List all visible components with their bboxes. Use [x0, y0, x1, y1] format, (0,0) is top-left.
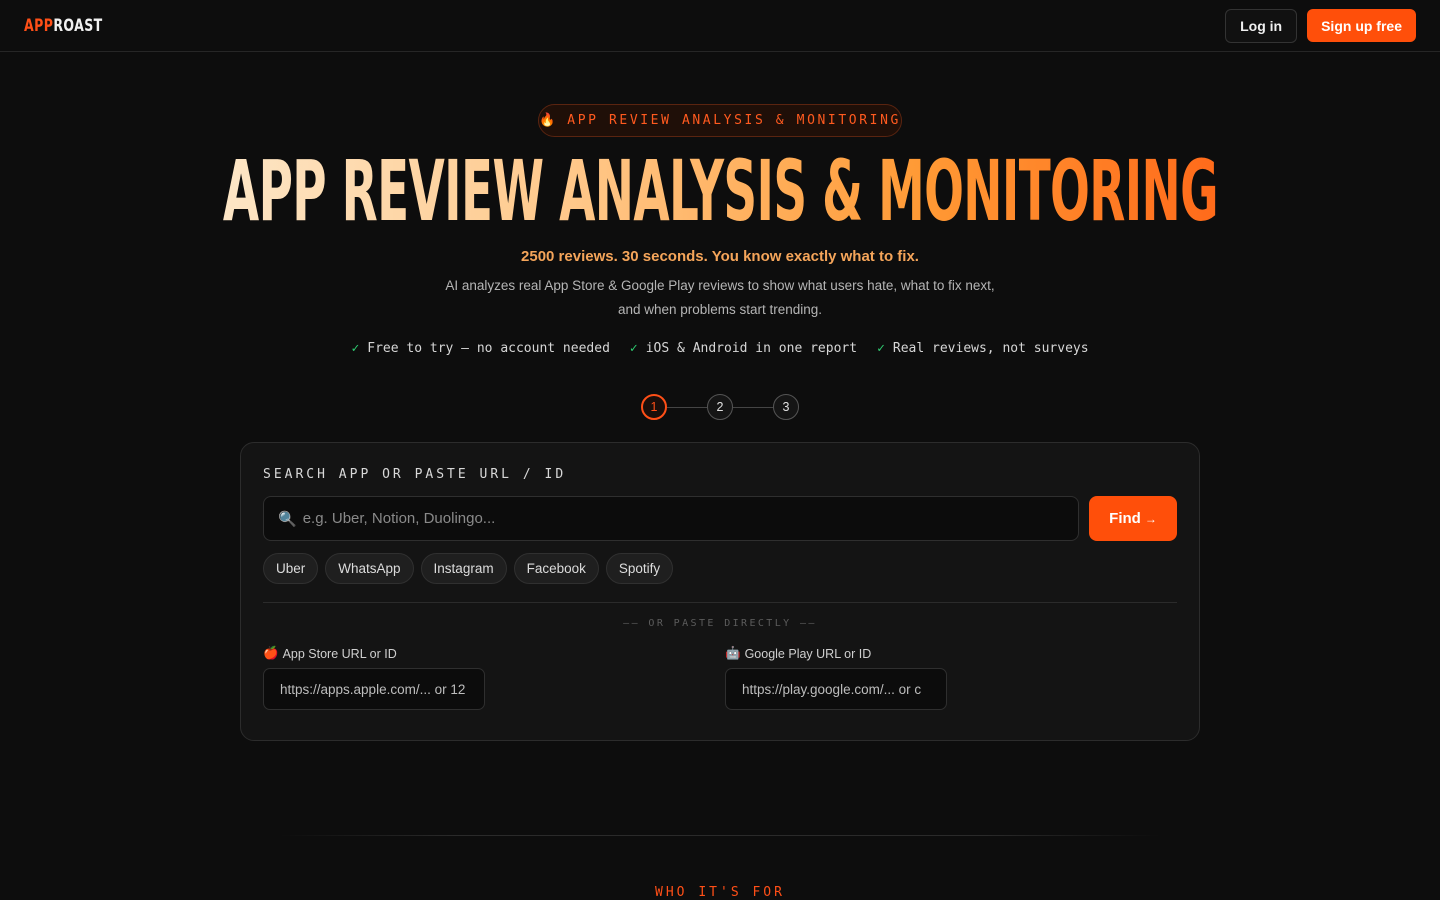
app-store-field[interactable]	[263, 668, 485, 710]
step-2[interactable]: 2	[707, 394, 733, 420]
feature-check-text: iOS & Android in one report	[645, 341, 858, 356]
or-paste-divider-text: —— OR PASTE DIRECTLY ——	[623, 618, 817, 629]
suggestion-chip-whatsapp[interactable]: WhatsApp	[325, 553, 414, 584]
top-navigation-bar: APPROAST Log in Sign up free	[0, 0, 1440, 52]
feature-checklist: ✓ Free to try — no account needed ✓ iOS & …	[0, 341, 1440, 356]
hero-badge: 🔥 APP REVIEW ANALYSIS & MONITORING	[538, 104, 902, 137]
apple-icon: 🍎	[263, 646, 279, 660]
google-play-label-text: Google Play URL or ID	[744, 646, 872, 661]
who-its-for-eyebrow: WHO IT'S FOR	[655, 885, 785, 900]
step-1[interactable]: 1	[641, 394, 667, 420]
search-card: SEARCH APP OR PASTE URL / ID 🔍 Find → Ub…	[240, 442, 1200, 741]
hero-tagline: 2500 reviews. 30 seconds. You know exact…	[521, 248, 919, 265]
suggestion-chip-instagram[interactable]: Instagram	[420, 553, 507, 584]
hero-badge-text: APP REVIEW ANALYSIS & MONITORING	[567, 113, 901, 128]
google-play-url-input[interactable]	[742, 681, 930, 697]
checkmark-icon: ✓	[629, 341, 638, 356]
find-button-label: Find	[1109, 510, 1141, 527]
step-3[interactable]: 3	[773, 394, 799, 420]
hero-title: APP REVIEW ANALYSIS & MONITORING	[0, 146, 1440, 236]
hero-title-text: APP REVIEW ANALYSIS & MONITORING	[222, 142, 1219, 240]
checkmark-icon: ✓	[877, 341, 885, 356]
signup-button[interactable]: Sign up free	[1307, 9, 1416, 42]
header-actions: Log in Sign up free	[1225, 8, 1416, 43]
logo-part-app: APP	[24, 15, 54, 36]
google-play-label: 🤖 Google Play URL or ID	[725, 646, 871, 661]
fire-icon: 🔥	[539, 113, 556, 128]
search-field[interactable]: 🔍	[263, 496, 1079, 541]
card-divider	[263, 602, 1177, 603]
step-indicator: 1 2 3	[641, 394, 799, 420]
arrow-right-icon: →	[1144, 511, 1157, 526]
feature-check-text: Free to try — no account needed	[367, 341, 610, 356]
logo-part-roast: ROAST	[53, 15, 103, 36]
section-divider	[280, 835, 1160, 836]
search-icon: 🔍	[278, 510, 297, 528]
step-connector	[733, 406, 773, 408]
step-connector	[667, 406, 707, 408]
suggestion-chip-facebook[interactable]: Facebook	[513, 553, 599, 584]
feature-check-item: ✓ Real reviews, not surveys	[877, 341, 1089, 356]
approast-logo[interactable]: APPROAST	[24, 16, 103, 36]
checkmark-icon: ✓	[351, 341, 360, 356]
feature-check-item: ✓ iOS & Android in one report	[630, 341, 857, 356]
search-input[interactable]	[302, 510, 1064, 527]
suggestion-chips: Uber WhatsApp Instagram Facebook Spotify	[263, 553, 674, 584]
google-play-field[interactable]	[725, 668, 947, 710]
feature-check-text: Real reviews, not surveys	[892, 341, 1089, 356]
hero-description: AI analyzes real App Store & Google Play…	[445, 278, 995, 317]
app-store-url-input[interactable]	[280, 681, 468, 697]
robot-icon: 🤖	[725, 646, 741, 660]
find-button[interactable]: Find →	[1089, 496, 1177, 541]
suggestion-chip-uber[interactable]: Uber	[263, 553, 319, 584]
suggestion-chip-spotify[interactable]: Spotify	[605, 553, 674, 584]
app-store-label-text: App Store URL or ID	[282, 646, 397, 661]
app-store-label: 🍎 App Store URL or ID	[263, 646, 397, 661]
login-button[interactable]: Log in	[1225, 8, 1298, 43]
feature-check-item: ✓ Free to try — no account needed	[351, 341, 609, 356]
search-card-label: SEARCH APP OR PASTE URL / ID	[263, 467, 567, 482]
